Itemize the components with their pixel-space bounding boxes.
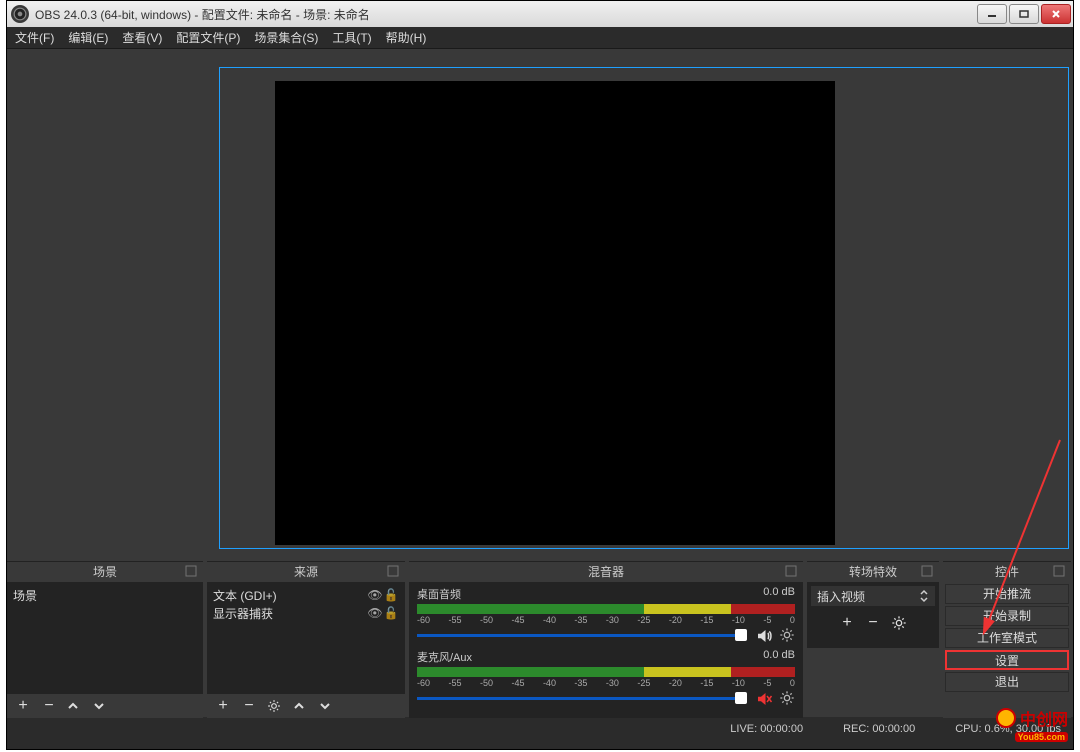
visibility-icon[interactable]: 👁 — [367, 606, 383, 620]
mixer-title-label: 混音器 — [588, 565, 624, 579]
channel-db: 0.0 dB — [763, 586, 795, 602]
popout-icon[interactable] — [1053, 565, 1065, 577]
start-recording-button[interactable]: 开始录制 — [945, 606, 1069, 626]
controls-body: 开始推流 开始录制 工作室模式 设置 退出 — [943, 582, 1071, 718]
transitions-title: 转场特效 — [807, 562, 939, 582]
add-transition-button[interactable]: + — [839, 614, 855, 632]
scenes-toolbar: + − — [7, 694, 203, 718]
status-live: LIVE: 00:00:00 — [730, 723, 803, 735]
mixer-channel: 麦克风/Aux 0.0 dB -60-55-50-45-40-35-30-25-… — [417, 649, 795, 706]
maximize-button[interactable] — [1009, 4, 1039, 24]
source-settings-icon[interactable] — [267, 699, 283, 713]
controls-title-label: 控件 — [995, 565, 1019, 579]
sources-toolbar: + − — [207, 694, 405, 718]
scene-item-label: 场景 — [13, 587, 197, 604]
move-down-icon[interactable] — [319, 700, 335, 712]
popout-icon[interactable] — [185, 565, 197, 577]
audio-meter — [417, 667, 795, 677]
lock-icon[interactable]: 🔓 — [383, 606, 399, 620]
sources-list[interactable]: 文本 (GDI+) 👁 🔓 显示器捕获 👁 🔓 — [207, 582, 405, 694]
remove-source-button[interactable]: − — [241, 697, 257, 715]
meter-ticks: -60-55-50-45-40-35-30-25-20-15-10-50 — [417, 678, 795, 688]
menubar: 文件(F) 编辑(E) 查看(V) 配置文件(P) 场景集合(S) 工具(T) … — [7, 27, 1073, 49]
status-bar: LIVE: 00:00:00 REC: 00:00:00 CPU: 0.6%, … — [7, 717, 1073, 741]
source-item-label: 文本 (GDI+) — [213, 587, 367, 604]
popout-icon[interactable] — [785, 565, 797, 577]
watermark-logo-icon — [996, 708, 1016, 728]
exit-button[interactable]: 退出 — [945, 672, 1069, 692]
add-source-button[interactable]: + — [215, 697, 231, 715]
mixer-title: 混音器 — [409, 562, 803, 582]
scene-item[interactable]: 场景 — [13, 586, 197, 604]
menu-profile[interactable]: 配置文件(P) — [176, 29, 240, 46]
transition-select[interactable]: 插入视频 — [811, 586, 935, 606]
source-item-label: 显示器捕获 — [213, 605, 367, 622]
stepper-icon[interactable] — [919, 589, 929, 603]
app-window: OBS 24.0.3 (64-bit, windows) - 配置文件: 未命名… — [6, 0, 1074, 750]
watermark-subtext: You85.com — [1015, 732, 1068, 742]
studio-mode-button[interactable]: 工作室模式 — [945, 628, 1069, 648]
volume-slider[interactable] — [417, 627, 795, 643]
popout-icon[interactable] — [921, 565, 933, 577]
volume-slider[interactable] — [417, 690, 795, 706]
scenes-title: 场景 — [7, 562, 203, 582]
move-down-icon[interactable] — [93, 700, 109, 712]
meter-ticks: -60-55-50-45-40-35-30-25-20-15-10-50 — [417, 615, 795, 625]
transitions-title-label: 转场特效 — [849, 565, 897, 579]
lock-icon[interactable]: 🔓 — [383, 588, 399, 602]
preview-area — [7, 49, 1073, 561]
menu-view[interactable]: 查看(V) — [122, 29, 162, 46]
close-button[interactable] — [1041, 4, 1071, 24]
window-title: OBS 24.0.3 (64-bit, windows) - 配置文件: 未命名… — [35, 6, 370, 23]
sources-title-label: 来源 — [294, 565, 318, 579]
channel-settings-icon[interactable] — [779, 627, 795, 643]
remove-scene-button[interactable]: − — [41, 697, 57, 715]
channel-db: 0.0 dB — [763, 649, 795, 665]
transitions-body: 插入视频 + − — [807, 582, 939, 648]
move-up-icon[interactable] — [67, 700, 83, 712]
popout-icon[interactable] — [387, 565, 399, 577]
watermark-text: 中创网 — [1020, 706, 1068, 730]
menu-file[interactable]: 文件(F) — [15, 29, 54, 46]
transition-selected-label: 插入视频 — [817, 588, 865, 605]
mixer-body: 桌面音频 0.0 dB -60-55-50-45-40-35-30-25-20-… — [409, 582, 803, 718]
menu-scene-collection[interactable]: 场景集合(S) — [254, 29, 318, 46]
transition-settings-icon[interactable] — [891, 615, 907, 631]
source-item[interactable]: 文本 (GDI+) 👁 🔓 — [213, 586, 399, 604]
mixer-channel: 桌面音频 0.0 dB -60-55-50-45-40-35-30-25-20-… — [417, 586, 795, 643]
preview-canvas[interactable] — [275, 81, 835, 545]
titlebar: OBS 24.0.3 (64-bit, windows) - 配置文件: 未命名… — [7, 1, 1073, 27]
menu-edit[interactable]: 编辑(E) — [68, 29, 108, 46]
controls-panel: 控件 开始推流 开始录制 工作室模式 设置 退出 — [943, 561, 1071, 717]
docks: 场景 场景 + − 来源 文本 (GDI+) — [7, 561, 1073, 717]
menu-help[interactable]: 帮助(H) — [386, 29, 427, 46]
speaker-icon[interactable] — [755, 627, 773, 643]
source-item[interactable]: 显示器捕获 👁 🔓 — [213, 604, 399, 622]
add-scene-button[interactable]: + — [15, 697, 31, 715]
channel-name: 麦克风/Aux — [417, 649, 472, 665]
start-streaming-button[interactable]: 开始推流 — [945, 584, 1069, 604]
watermark: 中创网 You85.com — [996, 706, 1068, 730]
remove-transition-button[interactable]: − — [865, 614, 881, 632]
audio-meter — [417, 604, 795, 614]
mixer-panel: 混音器 桌面音频 0.0 dB -60-55-50-45-40-35-30 — [409, 561, 803, 717]
status-rec: REC: 00:00:00 — [843, 723, 915, 735]
controls-title: 控件 — [943, 562, 1071, 582]
speaker-muted-icon[interactable] — [755, 690, 773, 706]
menu-tools[interactable]: 工具(T) — [332, 29, 371, 46]
sources-panel: 来源 文本 (GDI+) 👁 🔓 显示器捕获 👁 🔓 + − — [207, 561, 405, 717]
transitions-panel: 转场特效 插入视频 + − — [807, 561, 939, 717]
move-up-icon[interactable] — [293, 700, 309, 712]
sources-title: 来源 — [207, 562, 405, 582]
minimize-button[interactable] — [977, 4, 1007, 24]
channel-name: 桌面音频 — [417, 586, 461, 602]
channel-settings-icon[interactable] — [779, 690, 795, 706]
scenes-list[interactable]: 场景 — [7, 582, 203, 694]
scenes-panel: 场景 场景 + − — [7, 561, 203, 717]
obs-logo-icon — [11, 5, 29, 23]
settings-button[interactable]: 设置 — [945, 650, 1069, 670]
visibility-icon[interactable]: 👁 — [367, 588, 383, 602]
scenes-title-label: 场景 — [93, 565, 117, 579]
